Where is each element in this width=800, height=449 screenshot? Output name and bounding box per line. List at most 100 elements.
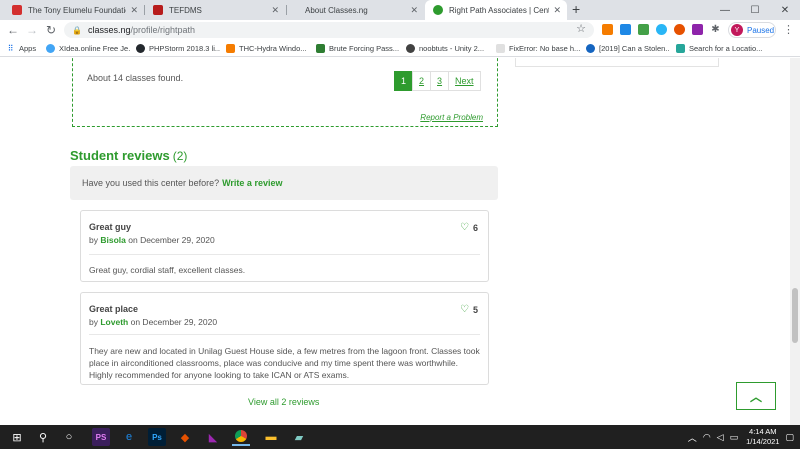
close-window-icon[interactable]: ✕ (770, 0, 800, 20)
extension-icon[interactable] (638, 24, 649, 35)
puzzle-extensions-icon[interactable]: ✱ (710, 24, 721, 35)
app-icon[interactable]: ◆ (176, 428, 194, 446)
bookmark-item[interactable]: PHPStorm 2018.3 li... (136, 42, 220, 55)
phpstorm-app-icon[interactable]: PS (92, 428, 110, 446)
bookmark-item[interactable]: noobtuts - Unity 2... (406, 42, 490, 55)
scrollbar-thumb[interactable] (792, 288, 798, 343)
edge-app-icon[interactable]: e (120, 428, 138, 446)
forward-arrow-icon[interactable]: → (25, 23, 39, 37)
system-tray: ︿ ◠ ◁ ▭ 4:14 AM 1/14/2021 ▢ (682, 425, 794, 449)
bookmark-item[interactable]: Search for a Locatio... (676, 42, 786, 55)
reload-icon[interactable]: ↻ (44, 23, 58, 37)
clock[interactable]: 4:14 AM 1/14/2021 (746, 427, 779, 447)
bookmark-star-icon[interactable]: ☆ (576, 22, 586, 35)
extension-icon[interactable] (692, 24, 703, 35)
tab-title: The Tony Elumelu Foundation - E (28, 5, 126, 15)
minimize-icon[interactable]: — (710, 0, 740, 20)
page-content: About 14 classes found. 1 2 3 Next Repor… (0, 58, 790, 425)
view-all-reviews-link[interactable]: View all 2 reviews (248, 397, 319, 407)
bookmark-item[interactable]: THC-Hydra Windo... (226, 42, 310, 55)
review-title: Great guy (89, 222, 132, 232)
review-author[interactable]: Loveth (100, 317, 128, 327)
page-1-button[interactable]: 1 (394, 71, 414, 91)
review-author[interactable]: Bisola (100, 235, 126, 245)
chrome-app-icon[interactable] (232, 428, 250, 446)
menu-dots-icon[interactable]: ⋮ (783, 23, 794, 36)
write-review-link[interactable]: Write a review (222, 178, 282, 188)
bookmark-item[interactable]: FixError: No base h... (496, 42, 580, 55)
address-path: /profile/rightpath (130, 25, 196, 35)
photoshop-app-icon[interactable]: Ps (148, 428, 166, 446)
tab-tony-elumelu[interactable]: The Tony Elumelu Foundation - E ✕ (4, 0, 144, 20)
address-bar[interactable]: 🔒 classes.ng /profile/rightpath ☆ (64, 22, 594, 38)
back-arrow-icon[interactable]: ← (6, 23, 20, 37)
close-icon[interactable]: ✕ (271, 5, 279, 16)
search-icon[interactable]: ⚲ (34, 428, 52, 446)
tab-favicon-icon (433, 5, 443, 15)
chevron-up-icon[interactable]: ︿ (688, 431, 697, 444)
unity-icon (406, 44, 415, 53)
back-to-top-button[interactable]: ︿ (736, 382, 776, 410)
bookmark-apps[interactable]: ⠿ Apps (6, 42, 37, 55)
review-body: They are new and located in Unilag Guest… (89, 346, 480, 380)
bookmark-item[interactable]: Brute Forcing Pass... (316, 42, 400, 55)
app-icon[interactable]: ▰ (290, 428, 308, 446)
tab-right-path[interactable]: Right Path Associates | Center in ✕ (425, 0, 567, 20)
like-count: 6 (472, 222, 478, 233)
blogger-icon (226, 44, 235, 53)
page-icon (496, 44, 505, 53)
site-icon (586, 44, 595, 53)
review-likes[interactable]: ♡ 5 (460, 304, 478, 315)
tab-strip: The Tony Elumelu Foundation - E ✕ TEFDMS… (0, 0, 800, 20)
tab-tefdms[interactable]: TEFDMS ✕ (145, 0, 285, 20)
close-icon[interactable]: ✕ (130, 5, 138, 16)
cortana-icon[interactable]: ○ (60, 428, 78, 446)
wifi-icon[interactable]: ◠ (703, 432, 711, 443)
speaker-icon[interactable]: ◁ (717, 432, 724, 443)
apps-grid-icon: ⠿ (7, 44, 14, 53)
review-likes[interactable]: ♡ 6 (460, 222, 478, 233)
avatar: Y (731, 24, 743, 36)
results-count: About 14 classes found. (87, 73, 184, 83)
github-icon (136, 44, 145, 53)
divider (89, 334, 480, 335)
extension-icon[interactable] (620, 24, 631, 35)
tab-favicon-icon (12, 5, 22, 15)
tab-favicon-icon (153, 5, 163, 15)
file-explorer-icon[interactable]: ▬ (262, 428, 280, 446)
review-date: on December 29, 2020 (128, 235, 215, 245)
page-scrollbar[interactable] (790, 58, 800, 425)
heart-icon[interactable]: ♡ (460, 222, 469, 233)
globe-icon (46, 44, 55, 53)
cloud-extension-icon[interactable] (656, 24, 667, 35)
new-tab-plus-icon[interactable]: + (572, 1, 580, 17)
bookmark-item[interactable]: XIdea.online Free Je... (46, 42, 130, 55)
windows-taskbar: ⊞ ⚲ ○ PS e Ps ◆ ◣ ▬ ▰ ︿ ◠ ◁ ▭ 4:14 AM 1/… (0, 425, 800, 449)
leaf-icon (316, 44, 325, 53)
divider (89, 254, 480, 255)
notifications-icon[interactable]: ▢ (785, 432, 794, 443)
bookmark-item[interactable]: [2019] Can a Stolen... (586, 42, 670, 55)
page-3-button[interactable]: 3 (430, 71, 450, 91)
close-icon[interactable]: ✕ (553, 5, 561, 16)
site-icon (676, 44, 685, 53)
windows-start-icon[interactable]: ⊞ (8, 428, 26, 446)
heart-icon[interactable]: ♡ (460, 304, 469, 315)
next-page-button[interactable]: Next (448, 71, 481, 91)
battery-icon[interactable]: ▭ (730, 432, 739, 443)
clock-date: 1/14/2021 (746, 437, 780, 446)
window-controls: — ☐ ✕ (710, 0, 800, 20)
like-count: 5 (472, 304, 478, 315)
visual-studio-app-icon[interactable]: ◣ (204, 428, 222, 446)
write-review-prompt: Have you used this center before? Write … (70, 166, 498, 200)
profile-button[interactable]: Y Paused (728, 22, 776, 38)
maximize-icon[interactable]: ☐ (740, 0, 770, 20)
page-2-button[interactable]: 2 (412, 71, 432, 91)
report-problem-link[interactable]: Report a Problem (420, 113, 483, 122)
close-icon[interactable]: ✕ (410, 5, 418, 16)
review-card: Great guy ♡ 6 by Bisola on December 29, … (80, 210, 489, 282)
extension-icon[interactable] (602, 24, 613, 35)
extension-icon[interactable] (674, 24, 685, 35)
tab-about-classes[interactable]: About Classes.ng ✕ (287, 0, 424, 20)
tab-title: TEFDMS (169, 5, 202, 15)
